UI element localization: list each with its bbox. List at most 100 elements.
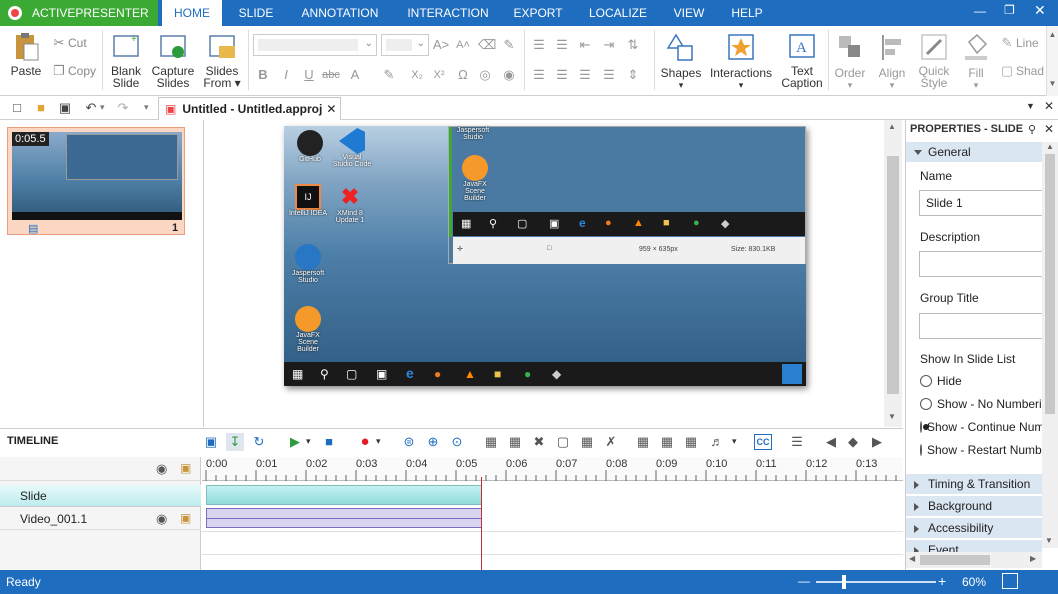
description-input[interactable] <box>919 251 1042 277</box>
blank-slide-button[interactable]: + Blank Slide <box>106 32 146 89</box>
close-tab-icon[interactable]: ✕ <box>326 102 336 116</box>
blur-icon[interactable]: ▦ <box>682 433 700 451</box>
tab-localize[interactable]: LOCALIZE <box>580 0 656 26</box>
underline-icon[interactable]: U <box>300 66 318 84</box>
timeline-mode-icon[interactable]: ↧ <box>226 433 244 451</box>
panel-menu-icon[interactable]: ▼ <box>1026 101 1035 111</box>
timeline-ruler[interactable]: 0:00 0:01 0:02 0:03 0:04 0:05 0:06 0:07 0:08 0:09… <box>202 457 903 481</box>
record-icon[interactable]: ● <box>356 433 374 451</box>
video-clip[interactable] <box>206 508 482 528</box>
new-file-icon[interactable]: □ <box>8 99 26 117</box>
close-window-icon[interactable]: ✕ <box>1034 2 1046 19</box>
bullet-list-icon[interactable]: ☰ <box>553 36 571 54</box>
desktop-icon-vscode[interactable]: Visual Studio Code <box>332 128 372 168</box>
superscript-icon[interactable]: X² <box>430 66 448 84</box>
slide-clip[interactable] <box>206 485 482 505</box>
change-speed-icon[interactable]: ▦ <box>658 433 676 451</box>
previous-marker-icon[interactable]: ◀ <box>822 433 840 451</box>
format-painter-icon[interactable]: ✎ <box>500 36 518 54</box>
close-panel-icon[interactable]: ✕ <box>1044 122 1054 136</box>
save-icon[interactable]: ▣ <box>56 99 74 117</box>
lock-icon[interactable]: ▣ <box>180 461 191 475</box>
font-family-select[interactable]: ⌄ <box>253 34 377 56</box>
radio-no-numbering[interactable]: Show - No Numbering <box>920 393 1042 415</box>
eye-visibility-icon[interactable]: ◉ <box>156 461 167 477</box>
close-panel-icon[interactable]: ✕ <box>1044 99 1054 113</box>
symbol-icon[interactable]: Ω <box>454 66 472 84</box>
fill-button[interactable]: Fill ▾ <box>958 32 994 91</box>
font-color-icon[interactable]: A <box>346 66 364 84</box>
audio-icon[interactable]: ♬ <box>708 433 726 451</box>
zoom-in-button[interactable]: + <box>938 573 946 589</box>
track-row-slide[interactable]: Slide <box>0 485 201 507</box>
properties-vertical-scrollbar[interactable]: ▲ ▼ <box>1042 142 1058 548</box>
cut-button[interactable]: ✂ Cut <box>50 34 87 52</box>
justify-icon[interactable]: ☰ <box>600 66 618 84</box>
radio-hide[interactable]: Hide <box>920 370 1042 392</box>
vertical-align-icon[interactable]: ⇕ <box>624 66 642 84</box>
zoom-out-icon[interactable]: ⊜ <box>400 433 418 451</box>
eye-visibility-icon[interactable]: ◉ <box>156 511 167 527</box>
restore-icon[interactable]: ❐ <box>1004 3 1015 17</box>
align-left-icon[interactable]: ☰ <box>530 66 548 84</box>
bold-icon[interactable]: B <box>254 66 272 84</box>
section-background[interactable]: Background <box>906 496 1042 517</box>
text-caption-button[interactable]: A Text Caption <box>778 32 826 89</box>
loop-icon[interactable]: ↻ <box>250 433 268 451</box>
fit-to-window-icon[interactable]: ▣ <box>202 433 220 451</box>
paste-button[interactable]: Paste <box>8 32 44 77</box>
ribbon-scrollbar[interactable]: ▲ ▼ <box>1046 26 1058 96</box>
track-row-video[interactable]: Video_001.1 ◉ ▣ <box>0 508 201 530</box>
desktop-icon-javafx[interactable]: JavaFX Scene Builder <box>288 306 328 353</box>
group-title-input[interactable] <box>919 313 1042 339</box>
timeline-tracks-area[interactable]: 0:00 0:01 0:02 0:03 0:04 0:05 0:06 0:07 0:08 0:09… <box>202 457 903 571</box>
properties-horizontal-scrollbar[interactable]: ◀ ▶ <box>906 552 1042 568</box>
undo-icon[interactable]: ↶ <box>82 99 100 117</box>
tab-export[interactable]: EXPORT <box>508 0 568 26</box>
redo-icon[interactable]: ↷ <box>114 99 132 117</box>
line-button[interactable]: ✎ Line <box>998 34 1039 52</box>
delete-time-icon[interactable]: ✗ <box>602 433 620 451</box>
pin-icon[interactable]: ⚲ <box>1028 123 1036 136</box>
playhead[interactable] <box>481 477 482 571</box>
increase-indent-icon[interactable]: ⇥ <box>600 36 618 54</box>
section-timing-transition[interactable]: Timing & Transition <box>906 474 1042 495</box>
tab-annotation[interactable]: ANNOTATION <box>292 0 388 26</box>
closed-caption-icon[interactable]: CC <box>754 434 772 450</box>
split-icon[interactable]: ▦ <box>482 433 500 451</box>
subscript-icon[interactable]: X₂ <box>408 66 426 84</box>
next-marker-icon[interactable]: ▶ <box>868 433 886 451</box>
section-general[interactable]: General <box>906 142 1042 163</box>
caption-settings-icon[interactable]: ☰ <box>788 433 806 451</box>
desktop-icon-xmind[interactable]: ✖ XMind 8 Update 1 <box>330 184 370 224</box>
play-icon[interactable]: ▶ <box>286 433 304 451</box>
add-marker-icon[interactable]: ◆ <box>844 433 862 451</box>
align-right-icon[interactable]: ☰ <box>576 66 594 84</box>
slide-thumbnail-1[interactable]: 0:05.5 ▤ 1 <box>7 127 185 235</box>
decrease-indent-icon[interactable]: ⇤ <box>576 36 594 54</box>
highlight-icon[interactable]: ✎ <box>380 66 398 84</box>
zoom-slider-thumb[interactable] <box>842 575 846 589</box>
desktop-icon-github[interactable]: GitHub <box>290 130 330 163</box>
insert-time-icon[interactable]: ▦ <box>578 433 596 451</box>
strikethrough-icon[interactable]: abc <box>322 66 340 84</box>
open-folder-icon[interactable]: ■ <box>32 99 50 117</box>
interactions-button[interactable]: Interactions ▾ <box>706 32 776 91</box>
cut-range-icon[interactable]: ✖ <box>530 433 548 451</box>
font-size-select[interactable]: ⌄ <box>381 34 429 56</box>
play-dropdown-icon[interactable]: ▾ <box>306 436 311 447</box>
section-accessibility[interactable]: Accessibility <box>906 518 1042 539</box>
scrollbar-thumb[interactable] <box>920 555 990 565</box>
scrollbar-thumb[interactable] <box>1045 154 1055 414</box>
canvas-vertical-scrollbar[interactable]: ▲ ▼ <box>884 120 902 427</box>
zoom-slider[interactable] <box>816 575 936 589</box>
numbered-list-icon[interactable]: ☰ <box>530 36 548 54</box>
slide-canvas[interactable]: GitHub Visual Studio Code IJ IntelliJ ID… <box>284 126 806 386</box>
audio-dropdown-icon[interactable]: ▾ <box>732 436 737 447</box>
tab-interaction[interactable]: INTERACTION <box>398 0 498 26</box>
document-tab[interactable]: ▣ Untitled - Untitled.approj ✕ <box>158 97 341 120</box>
minimize-icon[interactable]: — <box>974 4 986 18</box>
tab-slide[interactable]: SLIDE <box>230 0 282 26</box>
undo-dropdown-icon[interactable]: ▾ <box>100 102 105 113</box>
app-menu-button[interactable]: ACTIVEPRESENTER <box>0 0 158 26</box>
